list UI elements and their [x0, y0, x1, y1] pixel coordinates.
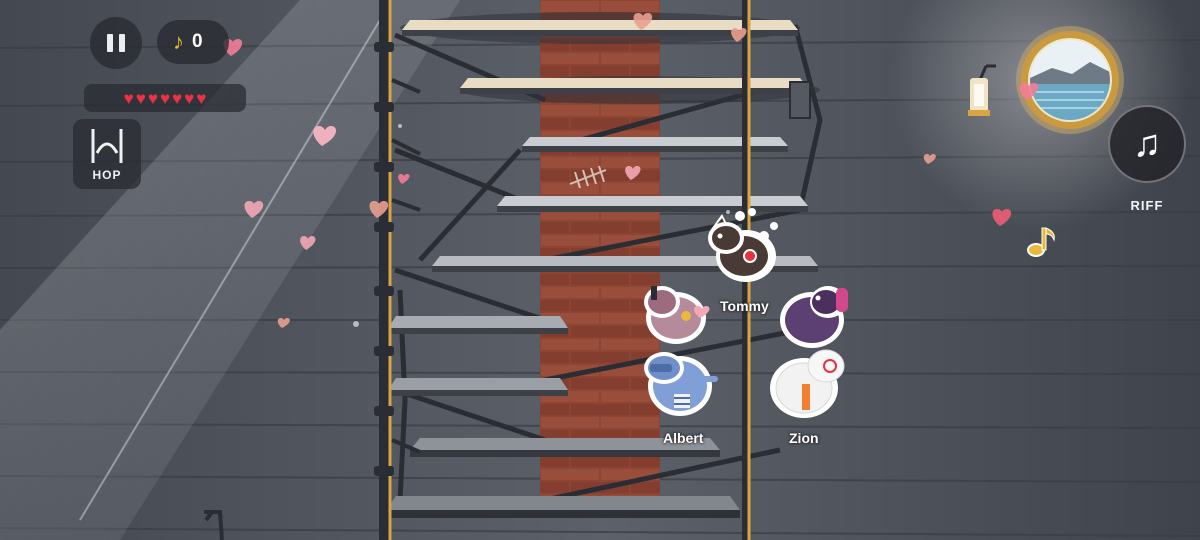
pause-icon — [104, 34, 128, 52]
game-scene: Tommy Albert Zion ♪ 0 ♥ ♥ ♥ ♥ ♥ ♥ ♥ HOP ♫ RIFF — [0, 0, 1200, 540]
music-note-pickup — [1027, 227, 1055, 257]
hop-button[interactable]: HOP — [73, 119, 141, 189]
hop-label: HOP — [92, 168, 122, 182]
pause-button[interactable] — [90, 17, 142, 69]
heart-icon: ♥ — [196, 88, 207, 108]
player-name-albert: Albert — [663, 430, 704, 446]
heart-icon: ♥ — [123, 88, 134, 108]
heart-icon: ♥ — [172, 88, 183, 108]
health-bar: ♥ ♥ ♥ ♥ ♥ ♥ ♥ — [84, 84, 246, 112]
riff-label: RIFF — [1130, 198, 1164, 213]
double-music-note-icon: ♫ — [1132, 123, 1162, 165]
heart-icon: ♥ — [184, 88, 195, 108]
player-name-tommy: Tommy — [720, 298, 769, 314]
heart-icon: ♥ — [147, 88, 158, 108]
hop-icon — [91, 129, 123, 163]
riff-button[interactable]: ♫ — [1108, 105, 1186, 183]
music-note-icon: ♪ — [173, 29, 184, 54]
notes-counter: ♪ 0 — [157, 20, 229, 64]
heart-icon: ♥ — [159, 88, 171, 108]
heart-icon: ♥ — [135, 88, 146, 108]
lighthouse-background — [0, 0, 1200, 540]
player-name-zion: Zion — [789, 430, 819, 446]
notes-count: 0 — [192, 31, 203, 52]
